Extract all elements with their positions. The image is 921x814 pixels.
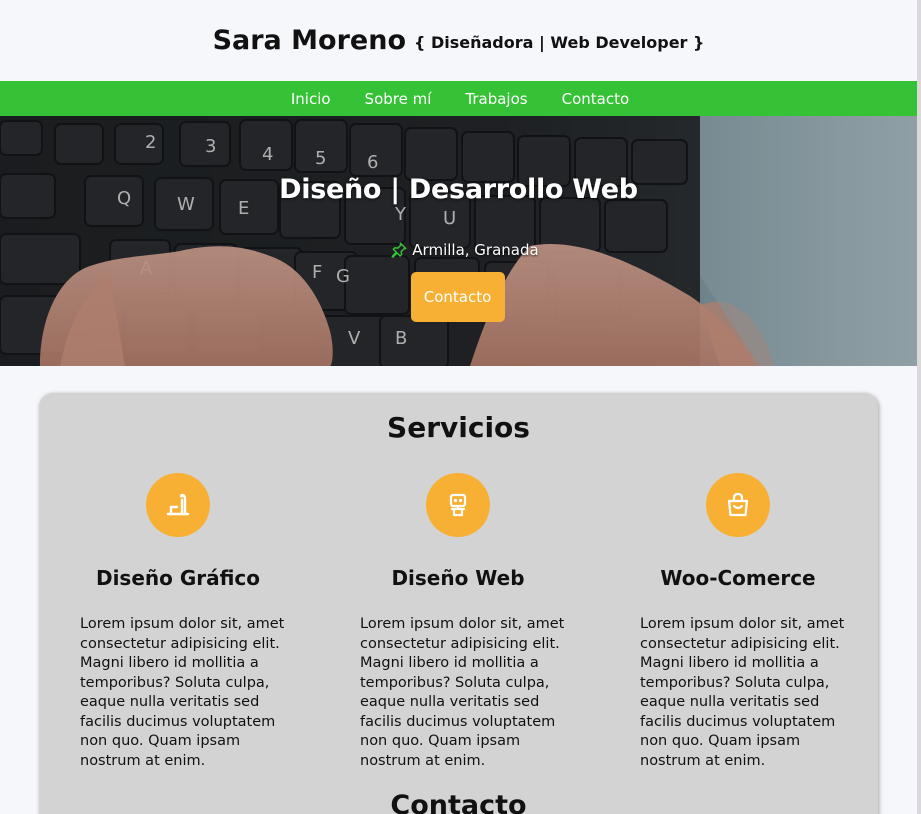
service-title: Diseño Web [391, 566, 525, 590]
service-woo-comerce: Woo-Comerce Lorem ipsum dolor sit, amet … [628, 473, 848, 771]
hero-contact-button[interactable]: Contacto [410, 272, 505, 322]
vertical-scrollbar[interactable] [917, 0, 921, 814]
service-diseno-grafico: Diseño Gráfico Lorem ipsum dolor sit, am… [68, 473, 288, 771]
service-icon-circle [426, 473, 490, 537]
hero-title: Diseño | Desarrollo Web [279, 174, 638, 205]
pencil-ruler-icon [166, 493, 190, 516]
service-diseno-web: Diseño Web Lorem ipsum dolor sit, amet c… [348, 473, 568, 771]
nav-item-contacto[interactable]: Contacto [562, 90, 630, 108]
hero: 2 3 4 5 6 Q W E G F A V B Y U [0, 116, 917, 366]
service-icon-circle [706, 473, 770, 537]
service-text: Lorem ipsum dolor sit, amet consectetur … [640, 616, 845, 769]
nav-item-inicio[interactable]: Inicio [291, 90, 331, 108]
service-text: Lorem ipsum dolor sit, amet consectetur … [360, 616, 565, 769]
nav-item-trabajos[interactable]: Trabajos [465, 90, 527, 108]
service-title: Woo-Comerce [660, 566, 816, 590]
shopping-bag-icon [727, 492, 749, 517]
hero-location: Armilla, Granada [390, 241, 539, 259]
contact-heading: Contacto [390, 790, 527, 814]
robot-icon [449, 493, 467, 517]
page: Sara Moreno { Diseñadora | Web Developer… [0, 0, 921, 814]
service-title: Diseño Gráfico [95, 566, 261, 590]
site-name: Sara Moreno [212, 25, 406, 56]
service-icon-circle [146, 473, 210, 537]
services-title: Servicios [387, 411, 530, 444]
pushpin-icon [391, 242, 407, 258]
nav-item-sobre-mi[interactable]: Sobre mí [365, 90, 432, 108]
site-tagline: { Diseñadora | Web Developer } [414, 33, 705, 52]
site-header: Sara Moreno { Diseñadora | Web Developer… [0, 0, 921, 81]
services-card: Servicios Diseño Gráfico Lorem ipsum dol… [39, 393, 878, 814]
main-nav: Inicio Sobre mí Trabajos Contacto [0, 81, 917, 116]
hero-location-text: Armilla, Granada [412, 241, 539, 259]
service-text: Lorem ipsum dolor sit, amet consectetur … [80, 616, 285, 769]
hero-content: Diseño | Desarrollo Web Armilla, Granada… [0, 116, 917, 366]
